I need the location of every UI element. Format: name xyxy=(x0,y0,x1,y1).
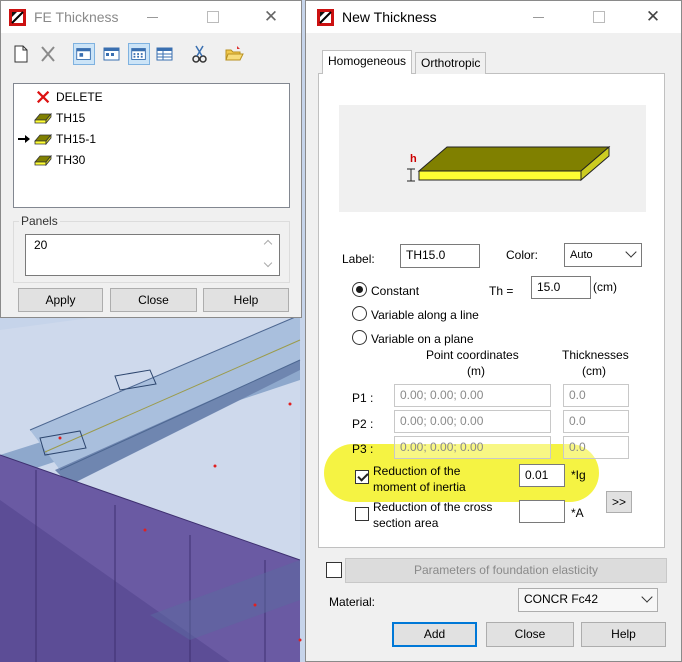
p3-coords-input[interactable]: 0.00; 0.00; 0.00 xyxy=(394,436,551,459)
thicknesses-unit: (cm) xyxy=(582,364,606,378)
p2-thickness-input[interactable]: 0.0 xyxy=(563,410,629,433)
color-select[interactable]: Auto xyxy=(564,243,642,267)
variable-line-label: Variable along a line xyxy=(371,308,479,322)
point-coords-header: Point coordinates xyxy=(426,348,519,362)
tab-homogeneous[interactable]: Homogeneous xyxy=(322,50,413,74)
p2-label: P2 : xyxy=(352,417,374,431)
list-item-label: TH30 xyxy=(56,153,86,167)
p2-coords-input[interactable]: 0.00; 0.00; 0.00 xyxy=(394,410,551,433)
list-item-label: DELETE xyxy=(56,90,103,104)
view-list-icon[interactable] xyxy=(73,43,95,65)
minimize-button[interactable] xyxy=(139,5,167,29)
reduction-inertia-line1: Reduction of the xyxy=(373,464,461,478)
p1-thickness-input[interactable]: 0.0 xyxy=(563,384,629,407)
th-input[interactable]: 15.0 xyxy=(531,276,591,299)
reduction-inertia-checkbox[interactable] xyxy=(355,470,369,484)
scissors-icon[interactable] xyxy=(189,43,211,65)
p1-coords-input[interactable]: 0.00; 0.00; 0.00 xyxy=(394,384,551,407)
list-item-delete[interactable]: DELETE xyxy=(14,87,289,107)
panels-label: Panels xyxy=(19,214,60,228)
new-thickness-titlebar[interactable]: New Thickness ✕ xyxy=(306,1,681,33)
panels-textarea[interactable]: 20 xyxy=(25,234,280,276)
help-button[interactable]: Help xyxy=(581,622,666,647)
view-details-icon[interactable] xyxy=(101,43,123,65)
th-caption: Th = xyxy=(489,284,514,298)
reduction-cross-input[interactable] xyxy=(519,500,565,523)
tab-orthotropic[interactable]: Orthotropic xyxy=(415,52,487,74)
variable-line-radio[interactable] xyxy=(352,306,367,321)
label-caption: Label: xyxy=(342,252,375,266)
list-item-th30[interactable]: TH30 xyxy=(14,150,289,170)
chevron-down-icon xyxy=(641,591,653,603)
help-button[interactable]: Help xyxy=(203,288,289,312)
foundation-checkbox[interactable] xyxy=(326,562,342,578)
maximize-button[interactable] xyxy=(585,5,613,29)
textarea-scrollbar[interactable] xyxy=(259,236,278,274)
scroll-up-icon[interactable] xyxy=(263,239,273,249)
label-input[interactable]: TH15.0 xyxy=(400,244,480,268)
app-icon xyxy=(9,9,26,26)
reduction-inertia-line2: moment of inertia xyxy=(373,480,466,494)
thickness-list[interactable]: DELETE TH15 TH15-1 TH30 xyxy=(13,83,290,208)
fe-thickness-titlebar[interactable]: FE Thickness ✕ xyxy=(1,1,301,33)
new-document-icon[interactable] xyxy=(10,43,32,65)
list-item-th15[interactable]: TH15 xyxy=(14,108,289,128)
variable-plane-radio[interactable] xyxy=(352,330,367,345)
reduction-inertia-unit: *Ig xyxy=(571,468,586,482)
open-folder-icon[interactable] xyxy=(223,43,245,65)
constant-radio[interactable] xyxy=(352,282,367,297)
add-button[interactable]: Add xyxy=(392,622,477,647)
reduction-inertia-input[interactable]: 0.01 xyxy=(519,464,565,487)
maximize-button[interactable] xyxy=(199,5,227,29)
red-x-icon xyxy=(36,90,50,104)
slab-icon xyxy=(34,112,52,125)
material-select-value: CONCR Fc42 xyxy=(524,592,599,606)
height-label: h xyxy=(410,153,417,165)
p3-thickness-input[interactable]: 0.0 xyxy=(563,436,629,459)
color-caption: Color: xyxy=(506,248,539,262)
list-item-label: TH15 xyxy=(56,111,86,125)
point-coords-unit: (m) xyxy=(467,364,485,378)
fe-thickness-window: FE Thickness ✕ DELETE TH15 TH15-1 TH30 P… xyxy=(0,0,302,318)
reduction-cross-line1: Reduction of the cross xyxy=(373,500,493,514)
scroll-down-icon[interactable] xyxy=(263,258,273,268)
p1-label: P1 : xyxy=(352,391,374,405)
apply-button[interactable]: Apply xyxy=(18,288,103,312)
th-unit: (cm) xyxy=(593,280,617,294)
app-icon xyxy=(317,9,334,26)
reduction-cross-unit: *A xyxy=(571,506,584,520)
reduction-cross-line2: section area xyxy=(373,516,439,530)
close-window-button[interactable]: ✕ xyxy=(257,5,285,29)
foundation-elasticity-button[interactable]: Parameters of foundation elasticity xyxy=(345,558,667,583)
close-button[interactable]: Close xyxy=(486,622,574,647)
delete-icon[interactable] xyxy=(37,43,59,65)
slab-preview-drawing: h xyxy=(407,145,611,182)
material-select[interactable]: CONCR Fc42 xyxy=(518,588,658,612)
minimize-button[interactable] xyxy=(525,5,553,29)
view-grid-icon[interactable] xyxy=(128,43,150,65)
slab-preview: h xyxy=(339,105,646,212)
list-item-th15-1[interactable]: TH15-1 xyxy=(14,129,289,149)
constant-label: Constant xyxy=(371,284,420,298)
chevron-down-icon xyxy=(625,246,637,258)
close-window-button[interactable]: ✕ xyxy=(639,5,667,29)
close-button[interactable]: Close xyxy=(110,288,197,312)
slab-icon xyxy=(34,154,52,167)
window-title: New Thickness xyxy=(342,9,437,25)
list-item-label: TH15-1 xyxy=(56,132,97,146)
variable-plane-label: Variable on a plane xyxy=(371,332,474,346)
slab-icon xyxy=(34,133,52,146)
window-title: FE Thickness xyxy=(34,9,119,25)
p3-label: P3 : xyxy=(352,442,374,456)
reduction-cross-checkbox[interactable] xyxy=(355,507,369,521)
thicknesses-header: Thicknesses xyxy=(562,348,629,362)
color-select-value: Auto xyxy=(570,249,593,261)
view-table-icon[interactable] xyxy=(154,43,176,65)
material-caption: Material: xyxy=(329,595,376,609)
current-arrow-icon xyxy=(18,135,30,143)
more-button[interactable]: >> xyxy=(606,491,632,513)
